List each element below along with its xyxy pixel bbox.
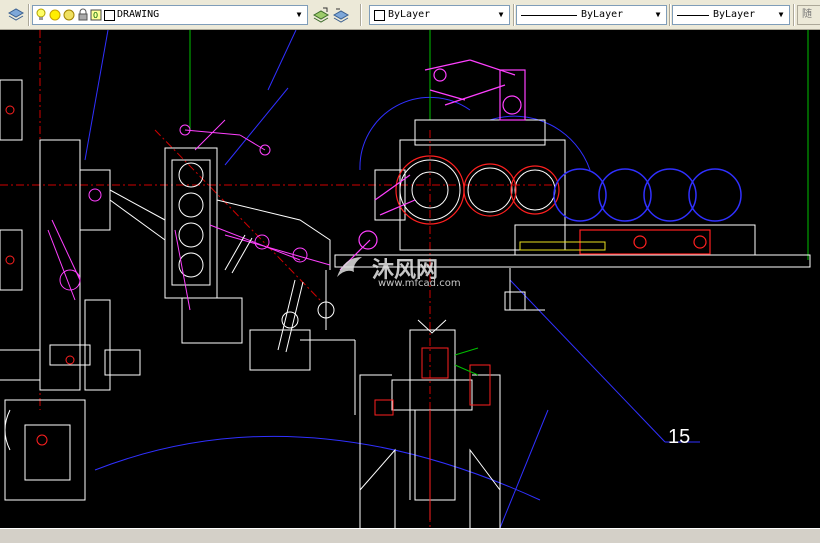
- drawing-canvas[interactable]: 沐风网 www.mfcad.com 15: [0, 29, 820, 529]
- part-number-annotation: 15: [668, 426, 691, 448]
- roller-stand: [109, 147, 356, 415]
- color-swatch: [374, 10, 385, 21]
- status-bar: [0, 528, 820, 543]
- linetype-sample: [521, 15, 577, 16]
- chevron-down-icon[interactable]: ▼: [775, 6, 787, 24]
- layer-manager-icon[interactable]: [7, 7, 25, 23]
- toolbar-separator: [669, 4, 671, 26]
- toolbar-separator: [513, 4, 515, 26]
- layer-previous-icon[interactable]: [332, 7, 350, 23]
- linetype-dropdown[interactable]: ByLayer ▼: [516, 5, 667, 25]
- toolbar-separator: [360, 4, 362, 26]
- lower-column-red: [374, 347, 491, 520]
- chevron-down-icon[interactable]: ▼: [652, 6, 664, 24]
- lock-icon[interactable]: [77, 8, 89, 29]
- top-linkage: [424, 59, 526, 121]
- svg-text:0: 0: [93, 11, 98, 20]
- toolbar-separator: [793, 4, 795, 26]
- lineweight-value: ByLayer: [713, 9, 756, 20]
- layer-name: DRAWING: [117, 9, 160, 20]
- left-machine-detail: [47, 188, 102, 301]
- lineweight-dropdown[interactable]: ByLayer ▼: [672, 5, 790, 25]
- gearbox-yellow: [519, 241, 606, 251]
- watermark-logo-icon: [332, 252, 372, 286]
- viewport-freeze-icon[interactable]: [63, 9, 75, 28]
- linetype-value: ByLayer: [581, 9, 624, 20]
- sun-freeze-icon[interactable]: [49, 9, 61, 28]
- make-current-layer-icon[interactable]: [312, 7, 330, 23]
- plotstyle-value: 随: [802, 9, 812, 20]
- layer-dropdown[interactable]: 0 DRAWING ▼: [32, 5, 308, 25]
- properties-toolbar: 0 DRAWING ▼ ByLayer ▼ ByLayer ▼ ByLayer …: [0, 0, 820, 30]
- watermark-url: www.mfcad.com: [378, 278, 461, 289]
- color-value: ByLayer: [388, 9, 431, 20]
- red-center-lines: [0, 30, 560, 528]
- coil-outlines: [553, 168, 742, 222]
- lightbulb-icon[interactable]: [35, 8, 47, 29]
- layer-color-swatch: [104, 10, 115, 21]
- lower-column: [359, 291, 526, 528]
- lower-column-green: [454, 347, 479, 376]
- lineweight-sample: [677, 15, 709, 16]
- plot-icon[interactable]: 0: [90, 9, 102, 28]
- chevron-down-icon[interactable]: ▼: [293, 6, 305, 24]
- chevron-down-icon[interactable]: ▼: [495, 6, 507, 24]
- plotstyle-dropdown[interactable]: 随: [797, 5, 820, 25]
- color-dropdown[interactable]: ByLayer ▼: [369, 5, 510, 25]
- toolbar-separator: [28, 4, 30, 26]
